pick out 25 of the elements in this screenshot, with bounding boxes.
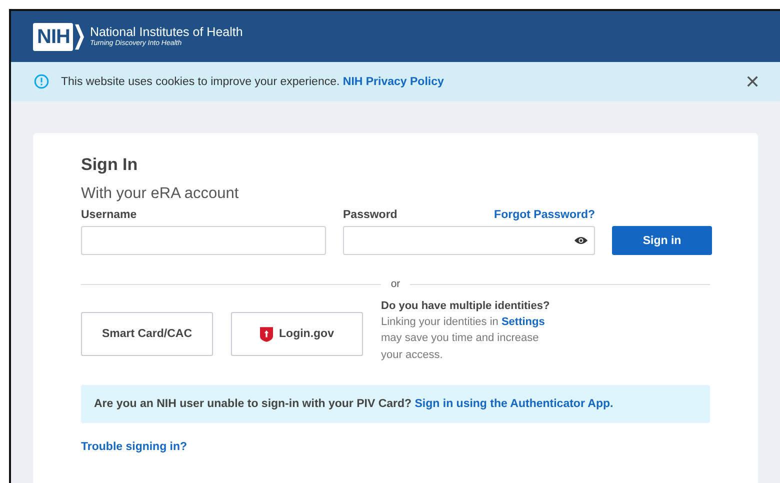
authenticator-link[interactable]: Sign in using the Authenticator App.: [414, 398, 614, 410]
subtitle: With your eRA account: [81, 185, 240, 203]
org-name: National Institutes of Health: [90, 25, 243, 39]
password-field[interactable]: [343, 226, 595, 255]
divider-label: or: [390, 278, 400, 290]
piv-notice-text: Are you an NIH user unable to sign-in with your PIV Card? Sign in using the Authenticator App.: [94, 398, 614, 410]
username-label: Username: [81, 209, 137, 223]
identities-heading: Do you have multiple identities?: [381, 299, 551, 314]
shield-icon: [260, 326, 274, 342]
login-option-button[interactable]: Smart Card/CAC: [81, 312, 213, 356]
info-icon: [34, 74, 49, 89]
login-option-button[interactable]: Login.gov: [231, 312, 363, 356]
username-field[interactable]: [81, 226, 326, 255]
identities-text: Linking your identities in Settings may save you time and increase your access.: [381, 315, 546, 363]
chevron-icon: [74, 22, 84, 50]
privacy-policy-link[interactable]: NIH Privacy Policy: [342, 76, 444, 88]
sign-in-button[interactable]: Sign in: [612, 226, 712, 255]
eye-icon[interactable]: [574, 236, 588, 245]
settings-link[interactable]: Settings: [501, 316, 545, 328]
trouble-link[interactable]: Trouble signing in?: [81, 440, 188, 453]
password-label: Password: [343, 209, 398, 223]
cookie-message: This website uses cookies to improve your experience. NIH Privacy Policy: [61, 76, 445, 88]
forgot-password-link[interactable]: Forgot Password?: [494, 209, 595, 226]
sign-in-title: Sign In: [81, 155, 139, 175]
close-button[interactable]: ✕: [745, 72, 760, 90]
